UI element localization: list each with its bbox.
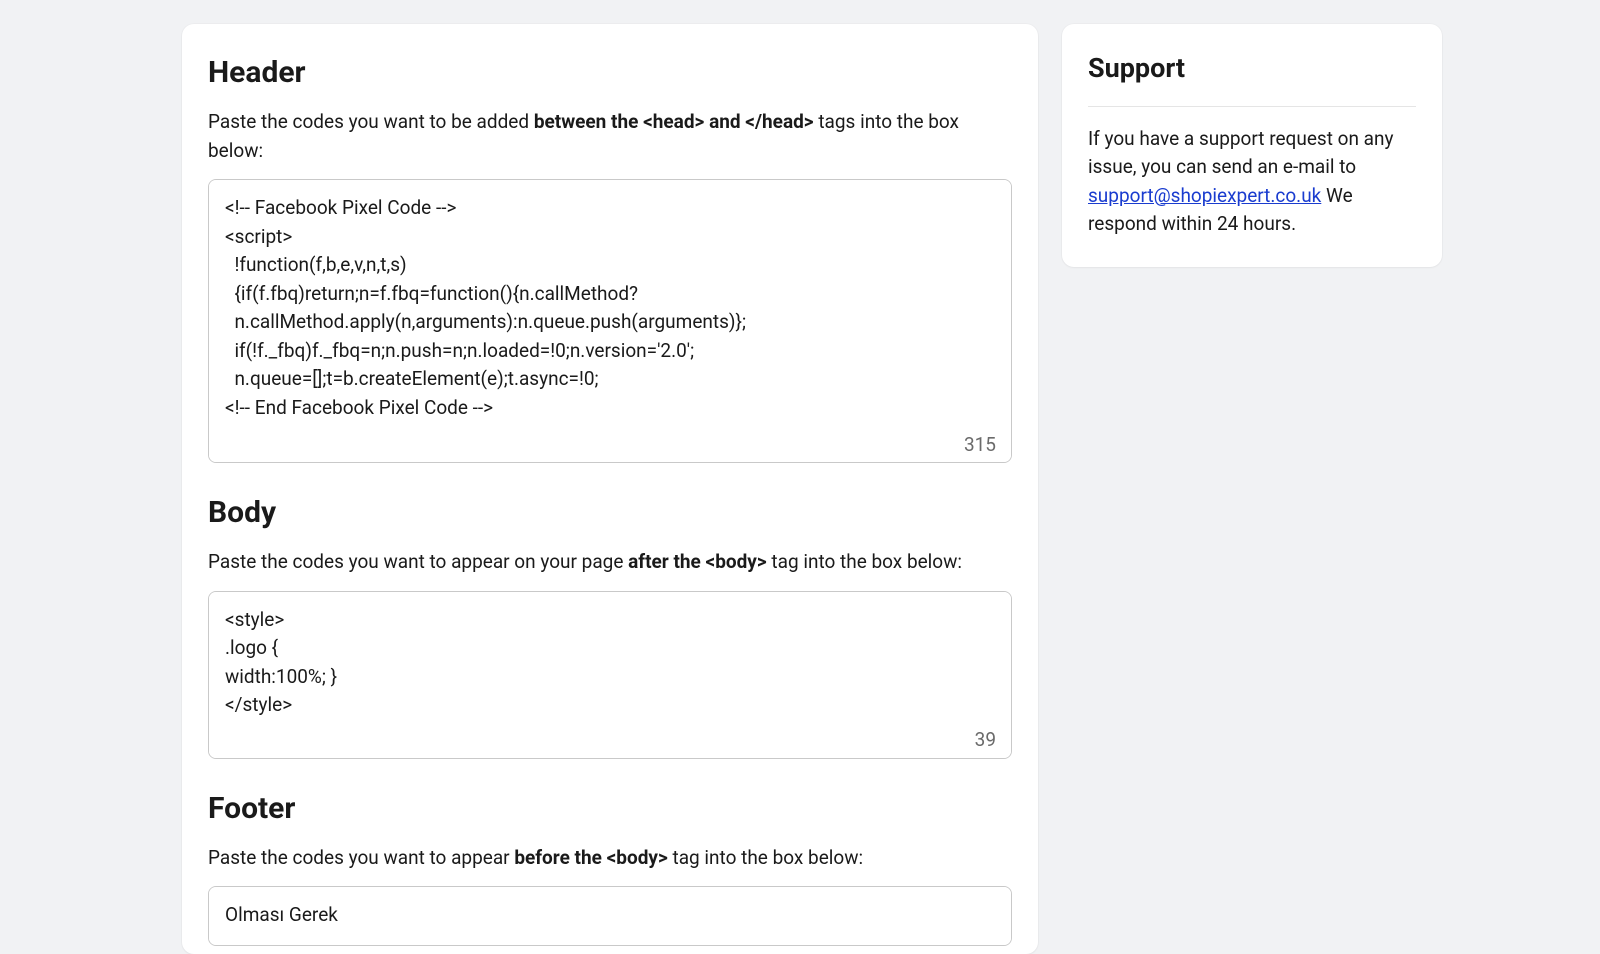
header-section-desc: Paste the codes you want to be added bet… <box>208 108 1012 165</box>
footer-code-input[interactable] <box>208 886 1012 946</box>
body-textarea-wrap: 39 <box>208 591 1012 766</box>
header-desc-bold: between the <head> and </head> <box>534 110 814 133</box>
body-section-title: Body <box>208 492 1012 534</box>
header-textarea-wrap: 315 <box>208 179 1012 470</box>
support-text: If you have a support request on any iss… <box>1088 125 1416 239</box>
header-code-input[interactable] <box>208 179 1012 463</box>
footer-desc-before: Paste the codes you want to appear <box>208 846 514 869</box>
support-email-link[interactable]: support@shopiexpert.co.uk <box>1088 184 1321 207</box>
body-desc-before: Paste the codes you want to appear on yo… <box>208 550 628 573</box>
body-section-desc: Paste the codes you want to appear on yo… <box>208 548 1012 577</box>
header-section-title: Header <box>208 52 1012 94</box>
footer-textarea-wrap <box>208 886 1012 953</box>
main-card: Header Paste the codes you want to be ad… <box>182 24 1038 954</box>
support-card: Support If you have a support request on… <box>1062 24 1442 267</box>
body-desc-after: tag into the box below: <box>767 550 962 573</box>
body-desc-bold: after the <body> <box>628 550 767 573</box>
support-title: Support <box>1088 50 1416 107</box>
body-code-input[interactable] <box>208 591 1012 759</box>
footer-section-title: Footer <box>208 788 1012 830</box>
footer-desc-bold: before the <body> <box>514 846 667 869</box>
footer-section-desc: Paste the codes you want to appear befor… <box>208 844 1012 873</box>
footer-desc-after: tag into the box below: <box>668 846 863 869</box>
header-desc-before: Paste the codes you want to be added <box>208 110 534 133</box>
support-text-before: If you have a support request on any iss… <box>1088 127 1394 179</box>
